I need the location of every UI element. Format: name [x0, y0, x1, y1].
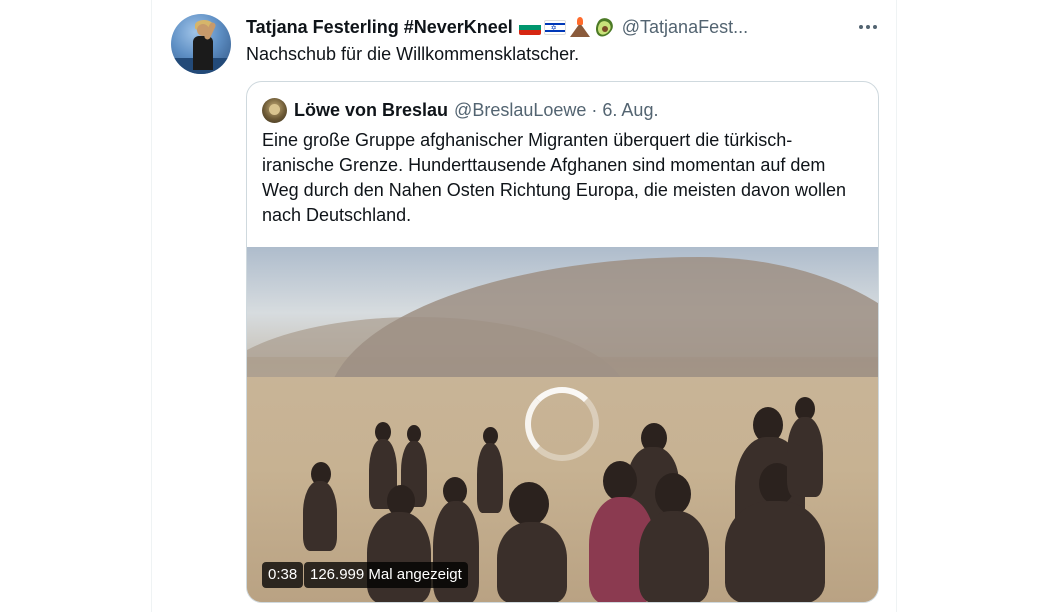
video-view-count: 126.999 Mal angezeigt [304, 562, 468, 588]
crowd-figure [497, 522, 567, 602]
israel-flag-icon: ✡ [543, 19, 566, 35]
quoted-tweet-card[interactable]: Löwe von Breslau @BreslauLoewe · 6. Aug.… [246, 81, 879, 603]
volcano-icon [569, 17, 591, 37]
video-duration: 0:38 [262, 562, 304, 588]
crowd-figure [367, 512, 431, 602]
crowd-figure [639, 511, 709, 602]
quoted-tweet-date[interactable]: 6. Aug. [602, 100, 658, 121]
video-player[interactable]: 0:38 126.999 Mal angezeigt [247, 247, 878, 602]
more-dot-icon [866, 25, 870, 29]
avocado-icon [592, 15, 616, 40]
bulgaria-flag-icon [518, 19, 541, 35]
more-options-button[interactable] [852, 14, 884, 40]
more-dot-icon [873, 25, 877, 29]
more-dot-icon [859, 25, 863, 29]
author-handle[interactable]: @TatjanaFest... [622, 17, 748, 38]
crowd-figure [655, 473, 691, 515]
author-name[interactable]: Tatjana Festerling #NeverKneel [246, 17, 513, 38]
crowd-figure [477, 443, 503, 513]
author-avatar[interactable] [171, 14, 231, 74]
crowd-figure [303, 481, 337, 551]
crowd-figure [787, 417, 823, 497]
quoted-tweet-header: Löwe von Breslau @BreslauLoewe · 6. Aug. [262, 97, 658, 123]
loading-spinner-icon [525, 387, 599, 461]
avatar-figure [193, 36, 213, 70]
crowd-figure [725, 501, 825, 602]
quoted-author-handle[interactable]: @BreslauLoewe [454, 100, 586, 121]
separator-dot: · [591, 99, 598, 120]
author-emoji-group: ✡ [518, 15, 616, 40]
quoted-author-name[interactable]: Löwe von Breslau [294, 100, 448, 121]
crowd-figure [603, 461, 637, 501]
tweet-header: Tatjana Festerling #NeverKneel ✡ @Tatjan… [246, 14, 748, 40]
crowd-figure [509, 482, 549, 526]
tweet-text: Nachschub für die Willkommensklatscher. [246, 44, 580, 64]
quoted-author-avatar[interactable] [262, 97, 287, 123]
quoted-tweet-text: Eine große Gruppe afghanischer Migranten… [262, 130, 847, 225]
